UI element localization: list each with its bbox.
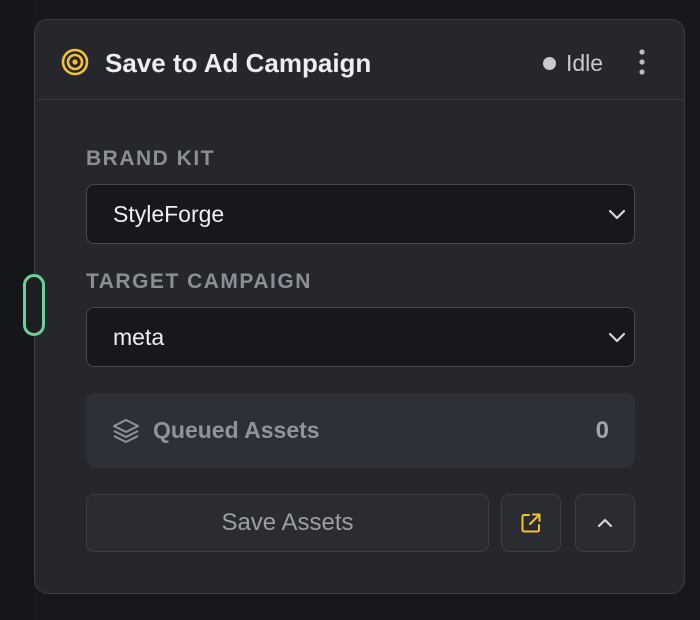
more-vertical-icon[interactable] [633,46,651,78]
brand-kit-value: StyleForge [113,201,225,227]
queued-assets-count: 0 [595,417,609,444]
save-assets-button[interactable]: Save Assets [86,494,489,552]
canvas: Save to Ad Campaign Idle BRAND KIT Style… [0,0,700,620]
target-campaign-select[interactable]: meta [86,307,635,367]
collapse-button[interactable] [575,494,635,552]
queued-assets-label: Queued Assets [153,417,320,443]
status-dot [543,56,556,70]
queued-assets-panel: Queued Assets 0 [86,393,635,468]
node-header: Save to Ad Campaign Idle [35,20,684,100]
connection-handle[interactable] [23,274,45,336]
layers-icon [112,417,140,445]
node-title: Save to Ad Campaign [105,48,372,78]
brand-kit-label: BRAND KIT [86,147,215,170]
target-campaign-value: meta [113,324,165,350]
status-indicator: Idle [543,48,603,78]
target-campaign-label: TARGET CAMPAIGN [86,270,312,293]
brand-kit-select[interactable]: StyleForge [86,184,635,244]
target-icon [61,48,89,76]
status-text: Idle [566,49,604,76]
campaign-node[interactable]: Save to Ad Campaign Idle BRAND KIT Style… [34,19,685,594]
chevron-down-icon [608,205,626,223]
chevron-down-icon [608,328,626,346]
open-external-button[interactable] [501,494,561,552]
